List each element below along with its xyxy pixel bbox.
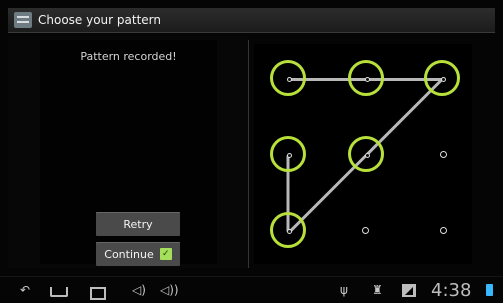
- signal-icon: [402, 284, 416, 297]
- usb-icon: ψ: [340, 283, 348, 297]
- status-message: Pattern recorded!: [80, 50, 177, 63]
- pattern-node-7[interactable]: [270, 212, 306, 248]
- divider: [248, 40, 249, 268]
- pattern-node-9[interactable]: [440, 227, 447, 234]
- pattern-node-8[interactable]: [362, 227, 369, 234]
- screen: Choose your pattern Pattern recorded! Re…: [0, 0, 503, 303]
- pattern-grid[interactable]: [254, 44, 472, 264]
- volume-down-icon[interactable]: ◁): [132, 284, 146, 296]
- battery-icon: [486, 284, 493, 296]
- page-title: Choose your pattern: [38, 13, 162, 27]
- pattern-node-3[interactable]: [424, 60, 460, 96]
- home-icon[interactable]: [50, 287, 68, 297]
- pattern-node-2[interactable]: [348, 60, 384, 96]
- continue-label: Continue: [104, 247, 154, 261]
- volume-up-icon[interactable]: ◁)): [160, 284, 179, 296]
- clock: 4:38: [431, 280, 472, 301]
- android-debug-icon: ♜: [372, 283, 383, 297]
- back-icon[interactable]: ↶: [20, 284, 30, 296]
- system-navigation-bar: ↶ ◁) ◁)) ψ ♜ 4:38: [0, 276, 503, 303]
- pattern-node-6[interactable]: [440, 151, 447, 158]
- instruction-pane: Pattern recorded! Retry Continue ✓: [8, 36, 248, 268]
- pattern-node-1[interactable]: [270, 60, 306, 96]
- app-icon: [14, 12, 32, 28]
- retry-button[interactable]: Retry: [96, 212, 180, 236]
- retry-label: Retry: [123, 217, 153, 231]
- continue-button[interactable]: Continue ✓: [96, 242, 180, 266]
- check-icon: ✓: [159, 248, 172, 260]
- recent-apps-icon[interactable]: [90, 287, 106, 300]
- instruction-panel: Pattern recorded! Retry Continue ✓: [40, 40, 217, 266]
- pattern-node-4[interactable]: [270, 136, 306, 172]
- pattern-node-5[interactable]: [348, 136, 384, 172]
- title-bar: Choose your pattern: [8, 8, 495, 33]
